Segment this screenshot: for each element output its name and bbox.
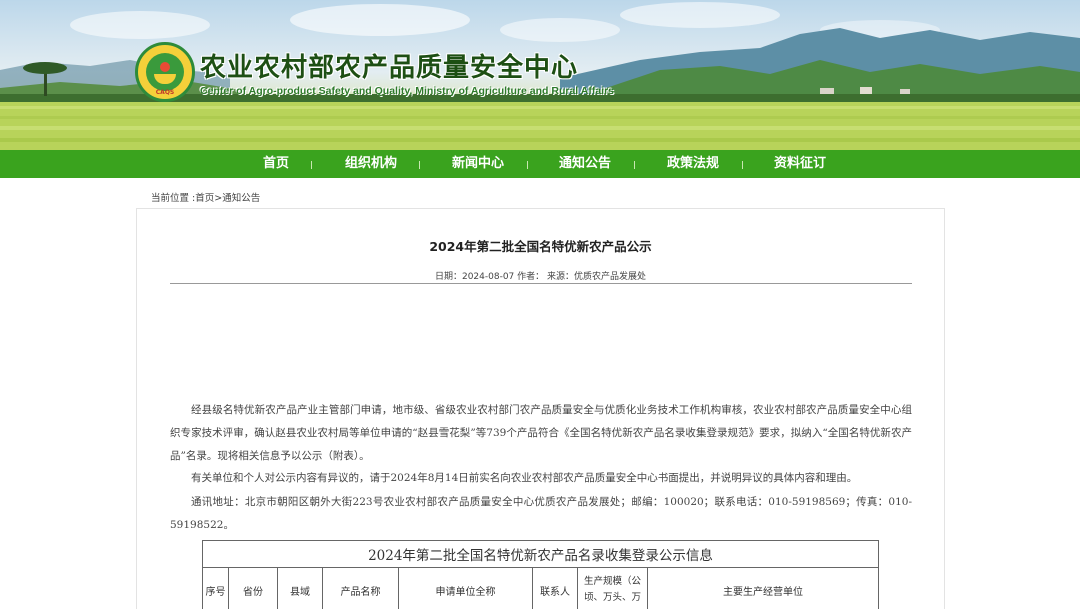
breadcrumb-home-link[interactable]: 首页 — [195, 193, 214, 204]
table-header-cell: 产品名称 — [322, 567, 399, 609]
table-header-row: 序号 省份 县域 产品名称 申请单位全称 联系人 生产规模（公顷、万头、万 主要… — [202, 567, 879, 609]
product-table: 2024年第二批全国名特优新农产品名录收集登录公示信息 序号 省份 县域 产品名… — [202, 540, 879, 609]
article-paragraph: 经县级名特优新农产品产业主管部门申请，地市级、省级农业农村部门农产品质量安全与优… — [170, 404, 912, 462]
nav-separator — [742, 161, 743, 169]
breadcrumb-prefix: 当前位置 : — [151, 193, 196, 204]
site-title: 农业农村部农产品质量安全中心 — [200, 53, 579, 83]
table-header-cell: 省份 — [228, 567, 278, 609]
article-meta: 日期：2024-08-07 作者： 来源：优质农产品发展处 — [434, 272, 647, 282]
nav-item-policies[interactable]: 政策法规 — [653, 150, 733, 178]
article-title: 2024年第二批全国名特优新农产品公示 — [429, 239, 652, 254]
logo-bowl — [154, 74, 176, 84]
nav-item-organization[interactable]: 组织机构 — [331, 150, 411, 178]
nav-item-home[interactable]: 首页 — [236, 150, 316, 178]
table-caption: 2024年第二批全国名特优新农产品名录收集登录公示信息 — [202, 540, 879, 568]
table-header-cell: 县域 — [277, 567, 323, 609]
breadcrumb: 当前位置 :首页>通知公告 — [151, 190, 260, 204]
nav-item-subscriptions[interactable]: 资料征订 — [760, 150, 840, 178]
header-banner: CAQS 农业农村部农产品质量安全中心 Center of Agro-produ… — [0, 0, 1080, 150]
breadcrumb-current-link[interactable]: 通知公告 — [222, 193, 260, 204]
table-header-cell: 生产规模（公顷、万头、万 — [577, 567, 648, 609]
nav-separator — [634, 161, 635, 169]
main-nav: 首页 组织机构 新闻中心 通知公告 政策法规 资料征订 — [0, 150, 1080, 178]
title-divider — [170, 283, 912, 284]
logo-dot — [160, 62, 170, 72]
logo-abbreviation: CAQS — [155, 89, 175, 96]
nav-separator — [527, 161, 528, 169]
table-header-cell: 序号 — [202, 567, 229, 609]
logo-emblem — [146, 53, 184, 91]
table-header-cell: 申请单位全称 — [398, 567, 533, 609]
nav-separator — [311, 161, 312, 169]
nav-item-notices[interactable]: 通知公告 — [545, 150, 625, 178]
site-subtitle: Center of Agro-product Safety and Qualit… — [200, 85, 615, 97]
site-logo[interactable]: CAQS — [135, 42, 195, 102]
table-header-cell: 联系人 — [532, 567, 578, 609]
article-paragraph: 通讯地址：北京市朝阳区朝外大街223号农业农村部农产品质量安全中心优质农产品发展… — [170, 496, 912, 531]
nav-item-news[interactable]: 新闻中心 — [438, 150, 518, 178]
table-header-cell: 主要生产经营单位 — [647, 567, 879, 609]
article-paragraph: 有关单位和个人对公示内容有异议的，请于2024年8月14日前实名向农业农村部农产… — [191, 472, 858, 484]
nav-separator — [419, 161, 420, 169]
